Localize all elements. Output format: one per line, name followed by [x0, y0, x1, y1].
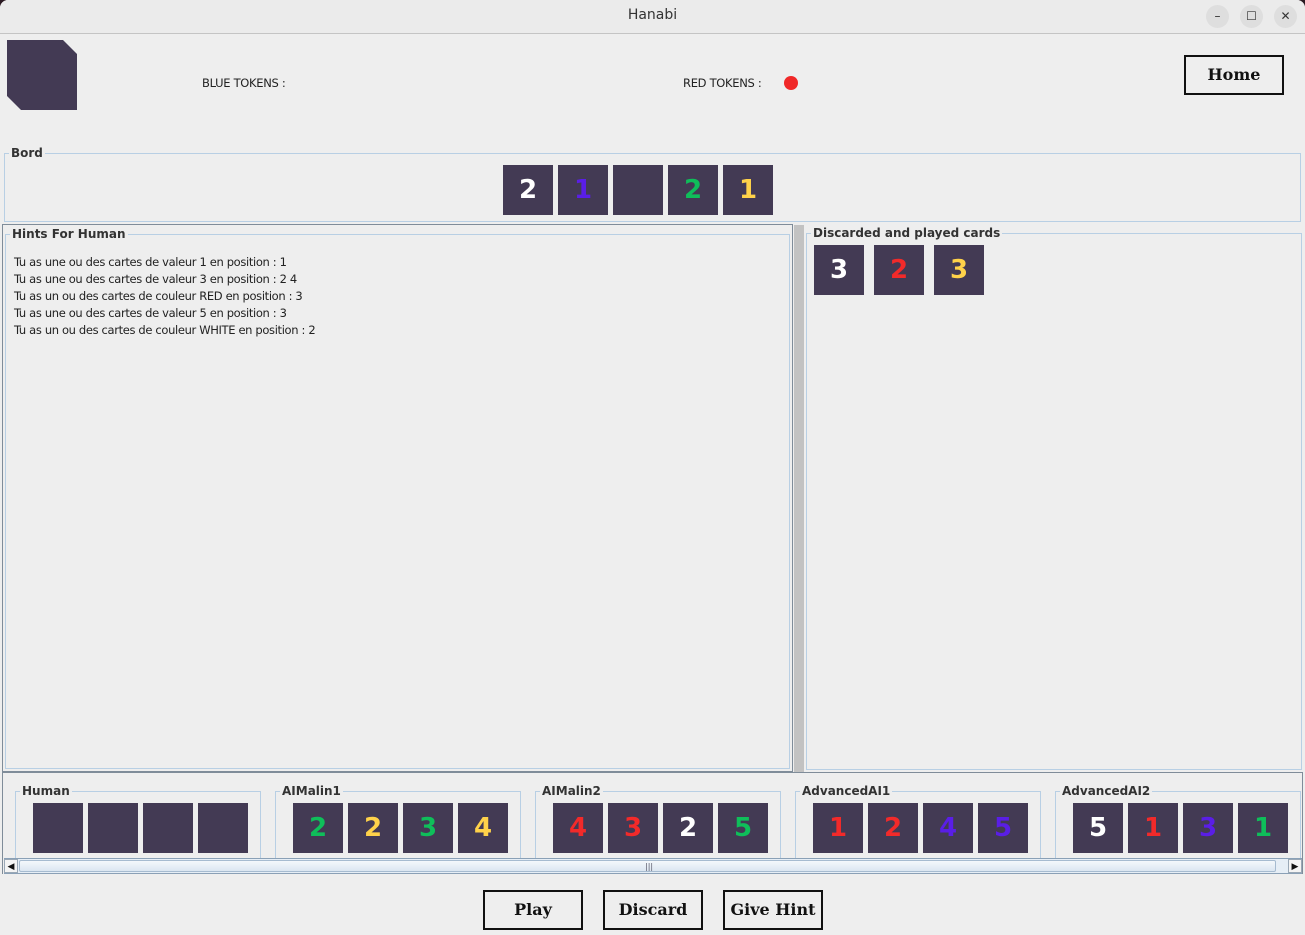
card-value: 1: [828, 813, 848, 843]
discarded-card: 3: [934, 245, 984, 295]
card-value: 2: [363, 813, 383, 843]
card-value: 4: [568, 813, 588, 843]
bord-panel: Bord 2 1 2 1: [4, 146, 1301, 222]
home-button[interactable]: Home: [1184, 55, 1284, 95]
bord-card: 2: [668, 165, 718, 215]
player-panel: AdvancedAI2 5 1 3 1: [1055, 784, 1301, 861]
hint-line: Tu as un ou des cartes de couleur WHITE …: [14, 323, 316, 337]
hand-card[interactable]: [88, 803, 138, 853]
hand-card[interactable]: 2: [868, 803, 918, 853]
blue-tokens-label: BLUE TOKENS :: [202, 76, 286, 90]
card-value: 2: [889, 255, 909, 285]
hint-line: Tu as une ou des cartes de valeur 5 en p…: [14, 306, 287, 320]
scroll-left-icon[interactable]: ◀: [4, 859, 18, 873]
card-value: 2: [678, 813, 698, 843]
hand-card[interactable]: 5: [718, 803, 768, 853]
bord-card: 1: [723, 165, 773, 215]
hand-card[interactable]: [33, 803, 83, 853]
player-panel: AIMalin1 2 2 3 4: [275, 784, 521, 861]
hand-card[interactable]: 5: [1073, 803, 1123, 853]
bord-title: Bord: [9, 146, 45, 160]
card-value: 1: [1143, 813, 1163, 843]
red-token-icon: [784, 76, 798, 90]
card-value: 3: [418, 813, 438, 843]
player-panel: AIMalin2 4 3 2 5: [535, 784, 781, 861]
give-hint-button[interactable]: Give Hint: [723, 890, 823, 930]
player-name: Human: [20, 784, 72, 798]
hand-card[interactable]: 4: [553, 803, 603, 853]
hints-panel: Hints For Human Tu as une ou des cartes …: [5, 227, 790, 769]
hints-title: Hints For Human: [10, 227, 128, 241]
split-pane-divider[interactable]: [794, 225, 804, 772]
bord-card: 1: [558, 165, 608, 215]
discarded-panel: Discarded and played cards 3 2 3: [806, 226, 1302, 770]
hand-card[interactable]: [143, 803, 193, 853]
window-title: Hanabi: [627, 7, 678, 23]
card-value: 5: [993, 813, 1013, 843]
card-value: 2: [883, 813, 903, 843]
player-panel: AdvancedAI1 1 2 4 5: [795, 784, 1041, 861]
card-value: 1: [738, 175, 758, 205]
close-icon[interactable]: ✕: [1274, 5, 1297, 28]
hand-card[interactable]: [198, 803, 248, 853]
card-value: 5: [1088, 813, 1108, 843]
player-name: AdvancedAI2: [1060, 784, 1153, 798]
hand-card[interactable]: 1: [1128, 803, 1178, 853]
title-bar: Hanabi – ☐ ✕: [0, 0, 1305, 34]
hand-card[interactable]: 1: [1238, 803, 1288, 853]
card-value: 3: [829, 255, 849, 285]
scroll-right-icon[interactable]: ▶: [1288, 859, 1302, 873]
horizontal-scrollbar[interactable]: ◀ ||| ▶: [4, 858, 1302, 874]
player-name: AdvancedAI1: [800, 784, 893, 798]
scrollbar-thumb[interactable]: |||: [19, 860, 1276, 872]
card-value: 2: [308, 813, 328, 843]
hint-line: Tu as un ou des cartes de couleur RED en…: [14, 289, 303, 303]
hand-card[interactable]: 2: [663, 803, 713, 853]
card-value: 4: [473, 813, 493, 843]
hint-line: Tu as une ou des cartes de valeur 1 en p…: [14, 255, 287, 269]
card-value: 2: [683, 175, 703, 205]
discarded-title: Discarded and played cards: [811, 226, 1003, 240]
hand-card[interactable]: 2: [293, 803, 343, 853]
hand-card[interactable]: 4: [458, 803, 508, 853]
card-value: 4: [938, 813, 958, 843]
card-value: 3: [949, 255, 969, 285]
card-value: 3: [623, 813, 643, 843]
discard-button[interactable]: Discard: [603, 890, 703, 930]
player-name: AIMalin1: [280, 784, 343, 798]
discarded-card: 3: [814, 245, 864, 295]
scrollbar-grip-icon: |||: [645, 862, 654, 871]
minimize-icon[interactable]: –: [1206, 5, 1229, 28]
deck-logo-icon: [7, 40, 77, 110]
hand-card[interactable]: 1: [813, 803, 863, 853]
card-value: 5: [733, 813, 753, 843]
play-button[interactable]: Play: [483, 890, 583, 930]
hint-line: Tu as une ou des cartes de valeur 3 en p…: [14, 272, 297, 286]
card-value: 3: [1198, 813, 1218, 843]
bord-card: 2: [503, 165, 553, 215]
red-tokens-label: RED TOKENS :: [683, 76, 762, 90]
player-name: AIMalin2: [540, 784, 603, 798]
hand-card[interactable]: 3: [608, 803, 658, 853]
bord-card: [613, 165, 663, 215]
hand-card[interactable]: 3: [403, 803, 453, 853]
hand-card[interactable]: 5: [978, 803, 1028, 853]
card-value: 2: [518, 175, 538, 205]
hanabi-window: Hanabi – ☐ ✕ BLUE TOKENS : RED TOKENS : …: [0, 0, 1305, 935]
discarded-card: 2: [874, 245, 924, 295]
player-panel: Human: [15, 784, 261, 861]
card-value: 1: [1253, 813, 1273, 843]
hand-card[interactable]: 2: [348, 803, 398, 853]
hand-card[interactable]: 3: [1183, 803, 1233, 853]
card-value: 1: [573, 175, 593, 205]
hand-card[interactable]: 4: [923, 803, 973, 853]
maximize-icon[interactable]: ☐: [1240, 5, 1263, 28]
